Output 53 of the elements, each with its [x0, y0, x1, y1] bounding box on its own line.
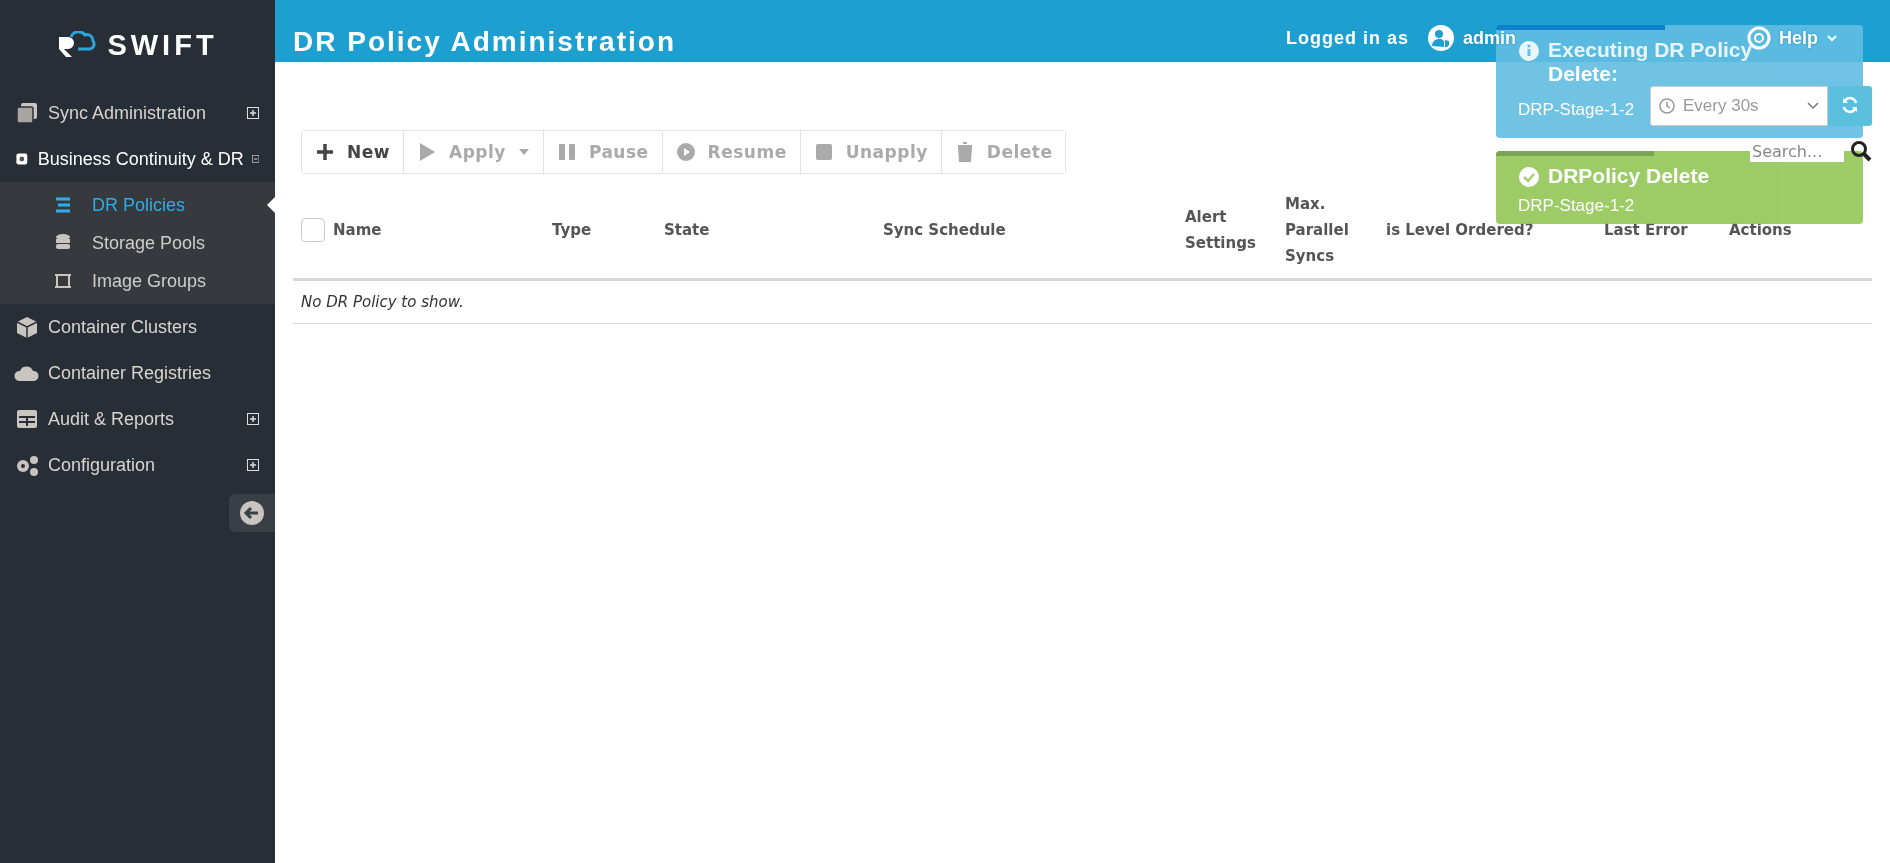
logo-text: SWIFT: [107, 28, 218, 62]
search-icon[interactable]: [1850, 140, 1872, 162]
stacked-squares-icon: [14, 101, 40, 125]
plus-icon: [315, 142, 335, 162]
toolbar-button[interactable]: New: [302, 131, 404, 173]
chevron-down-icon: [1807, 102, 1819, 110]
info-icon: [1518, 40, 1540, 62]
logged-in-label: Logged in as: [1285, 27, 1409, 49]
toast-message: DRP-Stage-1-2: [1518, 196, 1635, 216]
page-title: DR Policy Administration: [293, 26, 676, 58]
play-circle-icon: [675, 142, 696, 162]
nav-label: Sync Administration: [48, 102, 208, 124]
nav-item[interactable]: Sync Administration: [0, 90, 275, 136]
column-header[interactable]: Type: [552, 217, 592, 243]
collapse-sidebar-button[interactable]: [229, 494, 275, 532]
nav-label: Container Clusters: [48, 316, 199, 338]
column-header[interactable]: State: [664, 217, 710, 243]
toast-title: DRPolicy Delete: [1548, 164, 1710, 188]
nav-item[interactable]: Configuration: [0, 442, 275, 488]
nav-item[interactable]: Audit & Reports: [0, 396, 275, 442]
column-header[interactable]: Max. Parallel Syncs: [1285, 191, 1360, 269]
expand-icon[interactable]: [247, 413, 259, 425]
nav-item[interactable]: Container Clusters: [0, 304, 275, 350]
empty-table-message: No DR Policy to show.: [293, 281, 1872, 324]
expand-icon[interactable]: [247, 107, 259, 119]
submenu-item[interactable]: Storage Pools: [0, 224, 275, 262]
clock-icon: [1659, 98, 1675, 114]
nav-label: Business Continuity & DR: [37, 148, 244, 170]
nav-item[interactable]: Container Registries: [0, 350, 275, 396]
nav-label: Configuration: [48, 454, 157, 476]
check-circle-icon: [1518, 166, 1540, 188]
collapse-icon[interactable]: [251, 153, 259, 165]
submenu-item[interactable]: Image Groups: [0, 262, 275, 300]
chevron-down-icon: [1826, 33, 1838, 43]
refresh-icon: [1841, 95, 1859, 114]
column-header[interactable]: is Level Ordered?: [1386, 217, 1534, 243]
toast-message: DRP-Stage-1-2: [1518, 100, 1635, 120]
stop-icon: [813, 142, 834, 162]
arrow-left-circle-icon: [239, 500, 265, 526]
pause-icon: [556, 142, 577, 162]
column-header[interactable]: Name: [333, 217, 382, 243]
cloud-r-icon: [57, 31, 98, 59]
column-header[interactable]: Sync Schedule: [883, 217, 1006, 243]
nav-label: Audit & Reports: [48, 408, 176, 430]
cube-icon: [14, 315, 40, 339]
frame-icon: [52, 271, 74, 291]
nav-label: Container Registries: [48, 362, 213, 384]
expand-icon[interactable]: [247, 459, 259, 471]
table-grid-icon: [14, 407, 40, 431]
column-header[interactable]: Alert Settings: [1185, 204, 1260, 256]
nav-item[interactable]: Business Continuity & DR: [0, 136, 275, 182]
user-shield-icon: [1426, 24, 1455, 52]
select-all-checkbox[interactable]: [301, 218, 325, 242]
